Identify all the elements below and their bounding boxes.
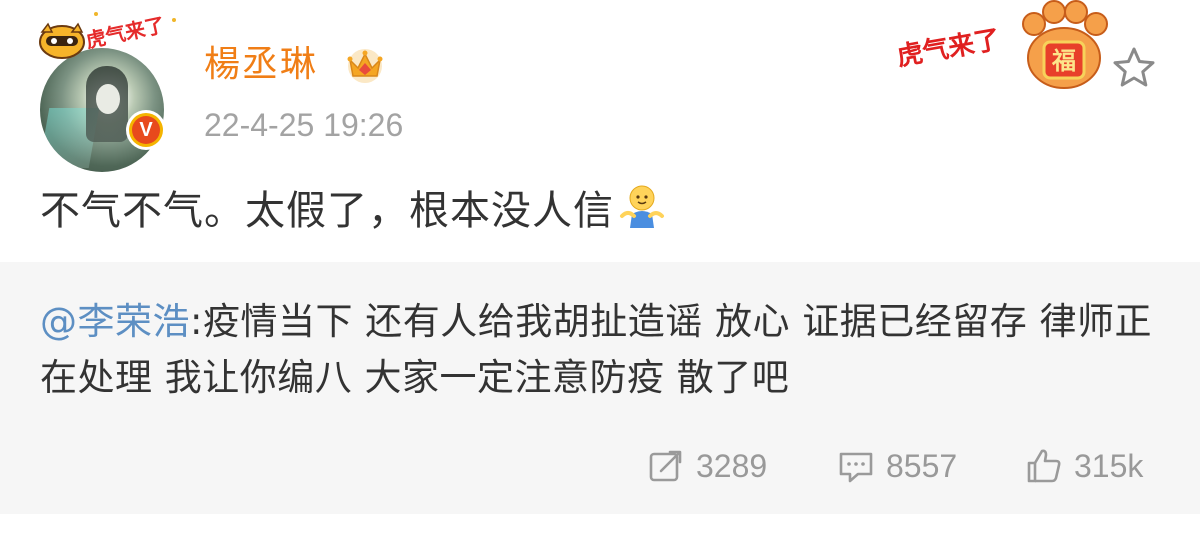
repost-icon (649, 450, 682, 482)
deco-text: 虎气来了 (895, 24, 1003, 73)
post-timestamp: 22-4-25 19:26 (204, 107, 404, 143)
crown-member-icon[interactable] (344, 44, 386, 84)
avatar-frame-text: 虎气来了 (84, 13, 167, 53)
like-count: 315k (1074, 447, 1144, 484)
action-bar: 3289 8557 315k (0, 438, 1200, 494)
quoted-body: :疫情当下 还有人给我胡扯造谣 放心 证据已经留存 律师正在处理 我让你编八 大… (40, 300, 1153, 399)
post-content-text: 不气不气。太假了，根本没人信 (40, 188, 614, 234)
quoted-repost-text: @李荣浩:疫情当下 还有人给我胡扯造谣 放心 证据已经留存 律师正在处理 我让你… (40, 294, 1170, 406)
comment-count: 8557 (886, 447, 958, 484)
mention-link[interactable]: @李荣浩 (40, 300, 190, 343)
deco-badge-text: 福 (1051, 47, 1076, 75)
quoted-repost[interactable]: @李荣浩:疫情当下 还有人给我胡扯造谣 放心 证据已经留存 律师正在处理 我让你… (0, 262, 1200, 514)
tiger-frame-badge-icon: 虎气来了 (39, 12, 176, 59)
hugging-person-emoji-icon (620, 185, 664, 228)
like-button[interactable]: 315k (1024, 438, 1143, 494)
favorite-star-icon[interactable] (1110, 44, 1158, 92)
festive-paw-decoration-icon: 虎气来了 福 (895, 0, 1108, 89)
weibo-post: 虎气来了 V 楊丞琳 22-4-25 19:26 虎气来了 福 不气不气。太假了… (0, 0, 1200, 539)
verified-badge-icon: V (126, 110, 166, 150)
username[interactable]: 楊丞琳 (204, 41, 318, 89)
repost-count: 3289 (696, 447, 768, 484)
comment-button[interactable]: 8557 (836, 438, 957, 494)
comment-icon (839, 452, 873, 483)
repost-button[interactable]: 3289 (646, 438, 767, 494)
thumbs-up-icon (1027, 449, 1061, 483)
post-content: 不气不气。太假了，根本没人信 (40, 182, 666, 239)
